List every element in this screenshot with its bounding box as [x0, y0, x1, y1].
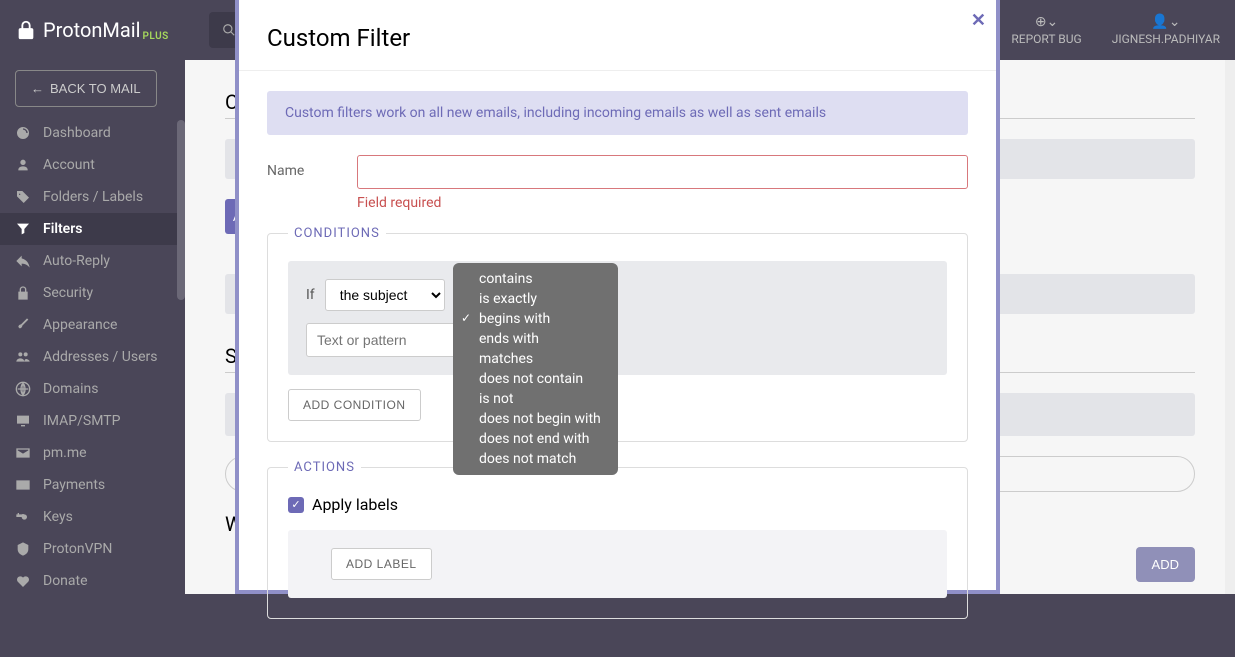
operator-dropdown[interactable]: containsis exactlybegins withends withma… [453, 263, 618, 475]
name-input[interactable] [357, 155, 968, 189]
add-condition-button[interactable]: ADD CONDITION [288, 389, 421, 421]
dropdown-option[interactable]: begins with [453, 309, 618, 329]
dropdown-option[interactable]: contains [453, 269, 618, 289]
actions-fieldset: ACTIONS ✓ Apply labels ADD LABEL [267, 460, 968, 619]
dropdown-option[interactable]: does not contain [453, 369, 618, 389]
dropdown-option[interactable]: does not match [453, 449, 618, 469]
dropdown-option[interactable]: ends with [453, 329, 618, 349]
actions-legend: ACTIONS [288, 460, 361, 475]
modal-title: Custom Filter [239, 0, 996, 71]
name-error: Field required [357, 195, 968, 211]
conditions-legend: CONDITIONS [288, 226, 386, 241]
close-icon[interactable]: ✕ [971, 10, 986, 31]
name-label: Name [267, 155, 337, 179]
info-banner: Custom filters work on all new emails, i… [267, 91, 968, 135]
add-label-button[interactable]: ADD LABEL [331, 548, 432, 580]
subject-select[interactable]: the subject [325, 279, 445, 311]
apply-labels-checkbox[interactable]: ✓ [288, 497, 304, 513]
dropdown-option[interactable]: does not end with [453, 429, 618, 449]
apply-labels-row: ✓ Apply labels [288, 495, 947, 514]
apply-labels-label: Apply labels [312, 495, 398, 514]
dropdown-option[interactable]: is exactly [453, 289, 618, 309]
dropdown-option[interactable]: matches [453, 349, 618, 369]
dropdown-option[interactable]: does not begin with [453, 409, 618, 429]
if-label: If [306, 287, 315, 303]
name-field-row: Name Field required [267, 155, 968, 211]
labels-block: ADD LABEL [288, 530, 947, 598]
dropdown-option[interactable]: is not [453, 389, 618, 409]
